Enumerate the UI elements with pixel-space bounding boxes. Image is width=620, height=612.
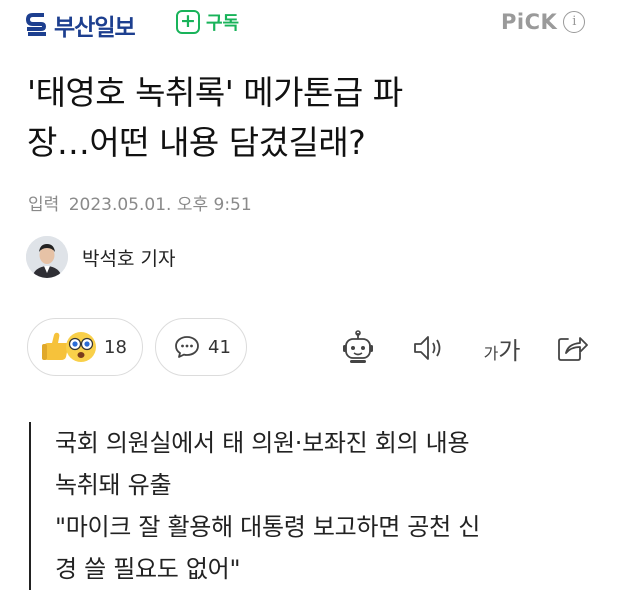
reaction-count: 18 — [104, 336, 127, 358]
date-label: 입력 — [28, 195, 60, 215]
summary-line: 녹취돼 유출 — [55, 471, 172, 499]
publisher-name: 부산일보 — [54, 15, 136, 41]
robot-summary-icon — [343, 330, 373, 363]
share-icon — [558, 337, 588, 361]
article-title-line1: '태영호 녹취록' 메가톤급 파 — [27, 73, 403, 112]
published-date: 입력 2023.05.01. 오후 9:51 — [28, 190, 252, 215]
subscribe-button[interactable]: + 구독 — [176, 9, 239, 35]
font-size-button[interactable]: 가가 — [478, 328, 526, 368]
listen-button[interactable] — [408, 328, 448, 368]
avatar[interactable] — [26, 236, 68, 278]
pick-label: PiCK — [501, 10, 558, 34]
subscribe-label: 구독 — [206, 13, 240, 34]
author-name[interactable]: 박석호 기자 — [82, 244, 175, 271]
surprised-emoji-icon — [66, 332, 96, 362]
publisher-logo[interactable]: 부산일보 — [26, 8, 136, 42]
info-icon[interactable]: i — [563, 11, 586, 33]
comment-button[interactable]: 41 — [155, 318, 247, 376]
summary-line: 국회 의원실에서 태 의원·보좌진 회의 내용 — [55, 429, 470, 457]
article-summary: 국회 의원실에서 태 의원·보좌진 회의 내용 녹취돼 유출 "마이크 잘 활용… — [29, 422, 599, 590]
busan-ilbo-logo-icon — [26, 13, 47, 36]
plus-icon: + — [176, 10, 200, 34]
reporter-photo-icon — [26, 236, 68, 278]
font-small-glyph: 가 — [483, 343, 499, 363]
summary-bot-button[interactable] — [338, 328, 378, 368]
author-row[interactable]: 박석호 기자 — [26, 236, 175, 278]
article-title-line2: 장…어떤 내용 담겼길래? — [27, 123, 366, 162]
reaction-button[interactable]: 18 — [27, 318, 143, 376]
summary-line: 경 쓸 필요도 없어" — [55, 555, 241, 583]
speaker-icon — [414, 336, 441, 360]
summary-line: "마이크 잘 활용해 대통령 보고하면 공천 신 — [55, 513, 480, 541]
font-big-glyph: 가 — [498, 336, 521, 365]
font-size-icon: 가가 — [484, 331, 521, 366]
pick-badge[interactable]: PiCK i — [501, 10, 586, 34]
top-bar: 부산일보 + 구독 PiCK i — [0, 0, 620, 50]
comment-count: 41 — [208, 336, 231, 358]
article-title: '태영호 녹취록' 메가톤급 파 장…어떤 내용 담겼길래? — [27, 68, 587, 168]
date-value: 2023.05.01. 오후 9:51 — [68, 195, 252, 215]
comment-icon — [175, 336, 199, 358]
share-button[interactable] — [552, 328, 592, 368]
reaction-emojis — [40, 330, 100, 364]
